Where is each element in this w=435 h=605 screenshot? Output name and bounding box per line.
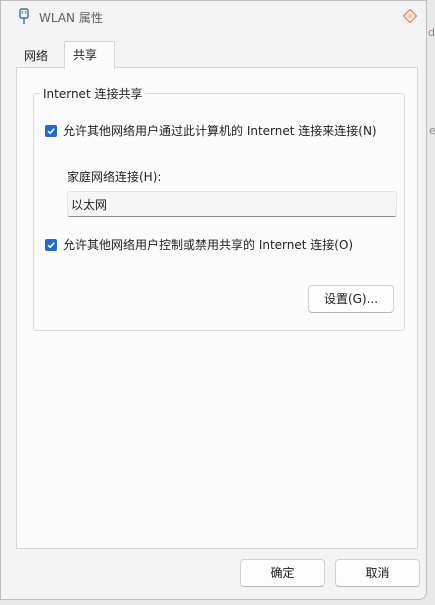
home-network-select[interactable]: 以太网 bbox=[67, 191, 397, 217]
ok-button[interactable]: 确定 bbox=[240, 559, 325, 587]
sharing-panel: Internet 连接共享 允许其他网络用户通过此计算机的 Internet 连… bbox=[16, 67, 418, 549]
tab-network[interactable]: 网络 bbox=[16, 44, 64, 68]
checkmark-icon bbox=[47, 127, 55, 134]
background-text-fragment: da bbox=[428, 26, 435, 39]
allow-control-checkbox[interactable] bbox=[45, 238, 57, 251]
allow-control-option[interactable]: 允许其他网络用户控制或禁用共享的 Internet 连接(O) bbox=[45, 236, 353, 253]
cancel-button[interactable]: 取消 bbox=[335, 559, 420, 587]
properties-dialog: WLAN 属性 网络 共享 Internet 连接共享 允许其他网络用户通过此计… bbox=[0, 0, 427, 600]
network-adapter-icon bbox=[17, 8, 31, 26]
allow-connect-checkbox[interactable] bbox=[45, 124, 57, 137]
title-bar[interactable]: WLAN 属性 bbox=[1, 1, 426, 33]
allow-connect-option[interactable]: 允许其他网络用户通过此计算机的 Internet 连接来连接(N) bbox=[45, 122, 377, 139]
home-network-label: 家庭网络连接(H): bbox=[67, 170, 162, 184]
window-title: WLAN 属性 bbox=[39, 11, 103, 25]
tab-sharing[interactable]: 共享 bbox=[64, 41, 115, 69]
allow-connect-label: 允许其他网络用户通过此计算机的 Internet 连接来连接(N) bbox=[63, 124, 377, 138]
checkmark-icon bbox=[47, 241, 55, 248]
background-text-fragment: e bbox=[429, 124, 435, 137]
allow-control-label: 允许其他网络用户控制或禁用共享的 Internet 连接(O) bbox=[63, 238, 354, 252]
group-title: Internet 连接共享 bbox=[40, 85, 146, 102]
diamond-icon[interactable] bbox=[402, 8, 418, 24]
settings-button[interactable]: 设置(G)... bbox=[308, 285, 394, 313]
internet-sharing-group: Internet 连接共享 允许其他网络用户通过此计算机的 Internet 连… bbox=[33, 85, 405, 331]
